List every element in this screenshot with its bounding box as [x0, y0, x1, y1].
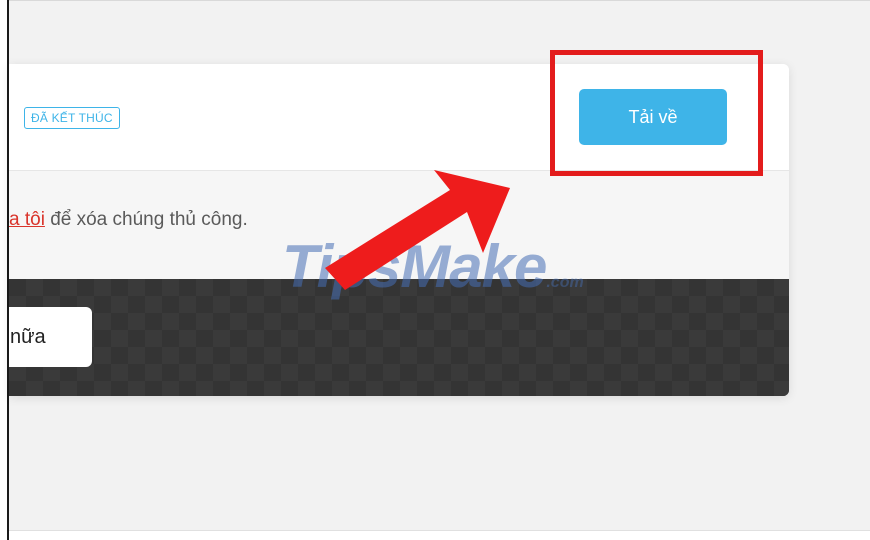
status-badge: ĐÃ KẾT THÚC — [24, 107, 120, 129]
more-button[interactable]: nữa — [9, 307, 92, 367]
card-header: ĐÃ KẾT THÚC Tải về — [9, 64, 789, 171]
info-text: a tôi để xóa chúng thủ công. — [9, 209, 248, 231]
conversion-card: ĐÃ KẾT THÚC Tải về a tôi để xóa chúng th… — [9, 64, 789, 396]
window-edge — [0, 0, 9, 540]
dark-panel: nữa — [9, 279, 789, 396]
top-divider — [9, 0, 870, 1]
my-files-link[interactable]: a tôi — [9, 209, 45, 230]
bottom-strip — [9, 530, 870, 540]
screenshot-frame: ĐÃ KẾT THÚC Tải về a tôi để xóa chúng th… — [0, 0, 870, 540]
download-button[interactable]: Tải về — [579, 89, 727, 145]
info-message: để xóa chúng thủ công. — [44, 209, 248, 230]
